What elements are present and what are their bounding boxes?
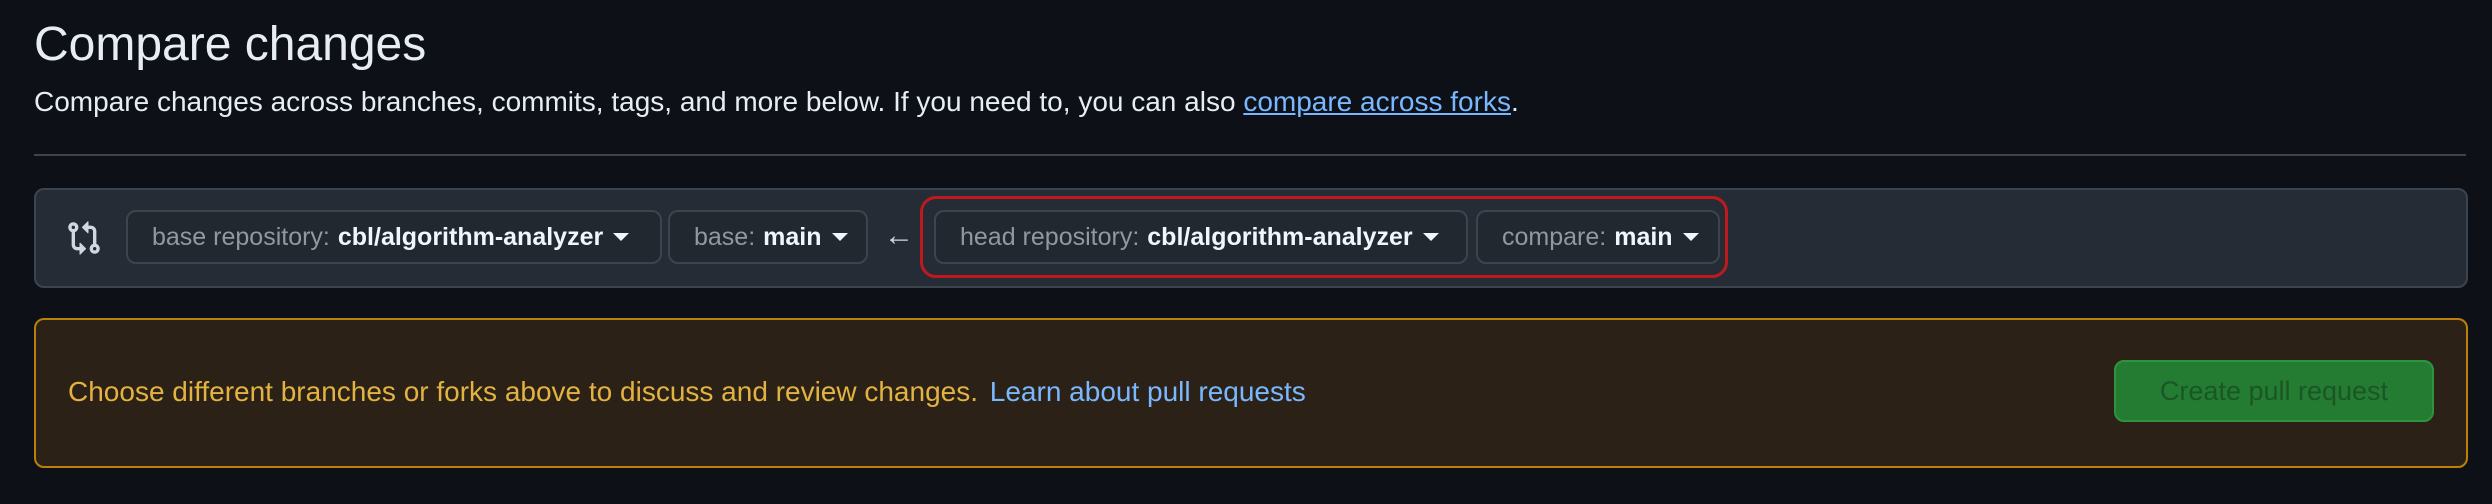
learn-about-pull-requests-link[interactable]: Learn about pull requests: [990, 376, 1306, 407]
chevron-down-icon: [831, 233, 848, 241]
base-repository-button[interactable]: base repository: cbl/algorithm-analyzer: [126, 210, 662, 264]
chevron-down-icon: [1422, 233, 1439, 241]
compare-branch-label: compare:: [1502, 222, 1607, 251]
compare-across-forks-link[interactable]: compare across forks: [1243, 86, 1511, 117]
flash-message-text: Choose different branches or forks above…: [68, 376, 978, 407]
head-repository-button[interactable]: head repository: cbl/algorithm-analyzer: [934, 210, 1468, 264]
range-editor: base repository: cbl/algorithm-analyzer …: [34, 188, 2468, 288]
warning-flash: Choose different branches or forks above…: [34, 318, 2468, 468]
base-repository-label: base repository:: [152, 222, 330, 251]
base-branch-label: base:: [694, 222, 756, 251]
head-repository-label: head repository:: [960, 222, 1140, 251]
subtitle-period: .: [1510, 86, 1519, 117]
create-pull-request-button[interactable]: Create pull request: [2114, 360, 2434, 422]
base-branch-value: main: [763, 222, 822, 251]
page-subtitle: Compare changes across branches, commits…: [34, 82, 1519, 122]
flash-message: Choose different branches or forks above…: [68, 372, 1306, 412]
compare-branch-button[interactable]: compare: main: [1476, 210, 1720, 264]
divider: [34, 154, 2466, 156]
base-branch-button[interactable]: base: main: [668, 210, 868, 264]
chevron-down-icon: [1682, 233, 1699, 241]
base-repository-value: cbl/algorithm-analyzer: [337, 222, 604, 251]
head-repository-value: cbl/algorithm-analyzer: [1147, 222, 1413, 251]
arrow-left-icon: ←: [884, 219, 914, 252]
compare-page: Compare changes Compare changes across b…: [0, 0, 2492, 504]
page-title: Compare changes: [34, 18, 427, 71]
subtitle-text: Compare changes across branches, commits…: [34, 86, 1244, 117]
compare-branch-value: main: [1614, 222, 1673, 251]
chevron-down-icon: [613, 233, 630, 241]
git-compare-icon: [68, 221, 100, 255]
